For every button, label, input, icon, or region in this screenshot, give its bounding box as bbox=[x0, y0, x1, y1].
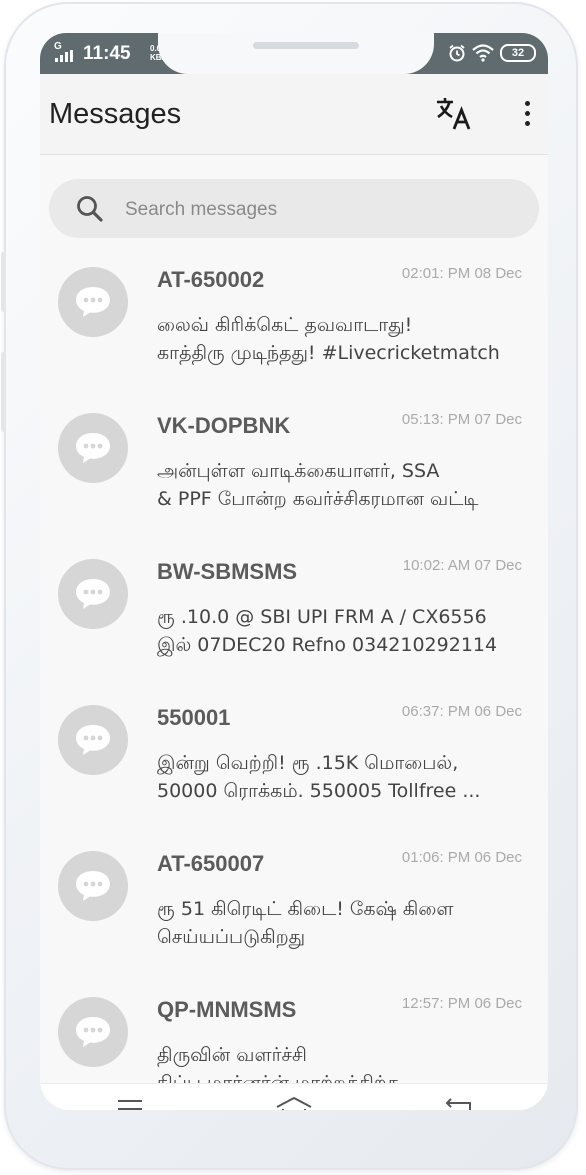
search-input[interactable] bbox=[123, 179, 517, 240]
avatar bbox=[58, 851, 128, 921]
search-bar[interactable] bbox=[49, 179, 539, 240]
camera-notch bbox=[158, 33, 434, 74]
message-sender: AT-650002 bbox=[157, 267, 265, 292]
navigation-bar bbox=[40, 1083, 548, 1110]
message-preview: அன்புள்ள வாடிக்கையாளர், SSA & PPF போன்ற … bbox=[157, 457, 525, 513]
preview-line: லைவ் கிரிக்கெட் தவவாடாது! bbox=[157, 314, 413, 336]
speaker-grille bbox=[253, 42, 359, 49]
chat-bubble-icon bbox=[76, 1017, 110, 1047]
status-right: 32 bbox=[448, 42, 536, 64]
message-preview: லைவ் கிரிக்கெட் தவவாடாது! காத்திரு முடிந… bbox=[157, 311, 525, 367]
more-vert-dot bbox=[524, 111, 530, 116]
message-sender: 550001 bbox=[157, 705, 231, 730]
preview-line: காத்திரு முடிந்தது! #Livecricketmatch bbox=[157, 342, 500, 364]
more-options-button[interactable] bbox=[514, 96, 540, 132]
translate-icon[interactable] bbox=[433, 93, 475, 135]
clock: 11:45 bbox=[83, 43, 131, 64]
chat-bubble-icon bbox=[76, 579, 110, 609]
more-vert-icon bbox=[524, 101, 530, 106]
power-button bbox=[1, 352, 6, 432]
chat-bubble-icon bbox=[76, 433, 110, 463]
preview-line: அன்புள்ள வாடிக்கையாளர், SSA bbox=[157, 460, 440, 482]
message-list: AT-650002 02:01: PM 08 Dec லைவ் கிரிக்கெ… bbox=[40, 255, 548, 1110]
app-bar: Messages bbox=[40, 74, 548, 155]
signal-icon bbox=[55, 50, 73, 62]
back-icon[interactable] bbox=[438, 1094, 478, 1110]
menu-icon[interactable] bbox=[110, 1094, 150, 1110]
message-preview: ரூ 51 கிரெடிட் கிடை! கேஷ் கிளை செய்யப்பட… bbox=[157, 895, 525, 951]
preview-line: செய்யப்படுகிறது bbox=[157, 926, 306, 948]
chat-bubble-icon bbox=[76, 871, 110, 901]
avatar bbox=[58, 267, 128, 337]
preview-line: இல் 07DEC20 Refno 034210292114 bbox=[157, 634, 498, 656]
message-sender: AT-650007 bbox=[157, 851, 265, 876]
message-date: 01:06: PM 06 Dec bbox=[401, 849, 522, 866]
page-title: Messages bbox=[49, 98, 182, 130]
list-item[interactable]: AT-650002 02:01: PM 08 Dec லைவ் கிரிக்கெ… bbox=[40, 255, 548, 401]
preview-line: திருவின் வளர்ச்சி bbox=[157, 1044, 307, 1066]
avatar bbox=[58, 413, 128, 483]
list-item[interactable]: AT-650007 01:06: PM 06 Dec ரூ 51 கிரெடிட… bbox=[40, 839, 548, 985]
list-item[interactable]: BW-SBMSMS 10:02: AM 07 Dec ரூ .10.0 @ SB… bbox=[40, 547, 548, 693]
message-date: 12:57: PM 06 Dec bbox=[401, 995, 522, 1012]
volume-button bbox=[1, 252, 6, 312]
search-icon bbox=[77, 196, 103, 222]
home-icon[interactable] bbox=[274, 1094, 314, 1110]
message-sender: BW-SBMSMS bbox=[157, 559, 298, 584]
wifi-icon bbox=[472, 44, 494, 62]
message-preview: இன்று வெற்றி! ரூ .15K மொபைல், 50000 ரொக்… bbox=[157, 749, 525, 805]
message-sender: VK-DOPBNK bbox=[157, 413, 291, 438]
message-date: 10:02: AM 07 Dec bbox=[402, 557, 522, 574]
status-bar: G 11:45 0.0 KB/s 32 bbox=[40, 33, 548, 74]
preview-line: ரூ .10.0 @ SBI UPI FRM A / CX6556 bbox=[157, 606, 487, 628]
message-date: 02:01: PM 08 Dec bbox=[401, 265, 522, 282]
avatar bbox=[58, 559, 128, 629]
preview-line: & PPF போன்ற கவர்ச்சிகரமான வட்டி bbox=[157, 488, 479, 510]
phone-screen: G 11:45 0.0 KB/s 32 Messages Search mess… bbox=[40, 33, 548, 1110]
list-item[interactable]: 550001 06:37: PM 06 Dec இன்று வெற்றி! ரூ… bbox=[40, 693, 548, 839]
more-vert-dot bbox=[524, 121, 530, 126]
preview-line: ரூ 51 கிரெடிட் கிடை! கேஷ் கிளை bbox=[157, 898, 454, 920]
battery-icon: 32 bbox=[500, 44, 536, 62]
message-date: 06:37: PM 06 Dec bbox=[401, 703, 522, 720]
message-preview: ரூ .10.0 @ SBI UPI FRM A / CX6556 இல் 07… bbox=[157, 603, 525, 659]
avatar bbox=[58, 997, 128, 1067]
chat-bubble-icon bbox=[76, 287, 110, 317]
avatar bbox=[58, 705, 128, 775]
message-date: 05:13: PM 07 Dec bbox=[401, 411, 522, 428]
preview-line: 50000 ரொக்கம். 550005 Tollfree ... bbox=[157, 780, 481, 802]
list-item[interactable]: VK-DOPBNK 05:13: PM 07 Dec அன்புள்ள வாடி… bbox=[40, 401, 548, 547]
chat-bubble-icon bbox=[76, 725, 110, 755]
alarm-icon bbox=[449, 44, 465, 62]
message-sender: QP-MNMSMS bbox=[157, 997, 297, 1022]
preview-line: இன்று வெற்றி! ரூ .15K மொபைல், bbox=[157, 752, 459, 774]
